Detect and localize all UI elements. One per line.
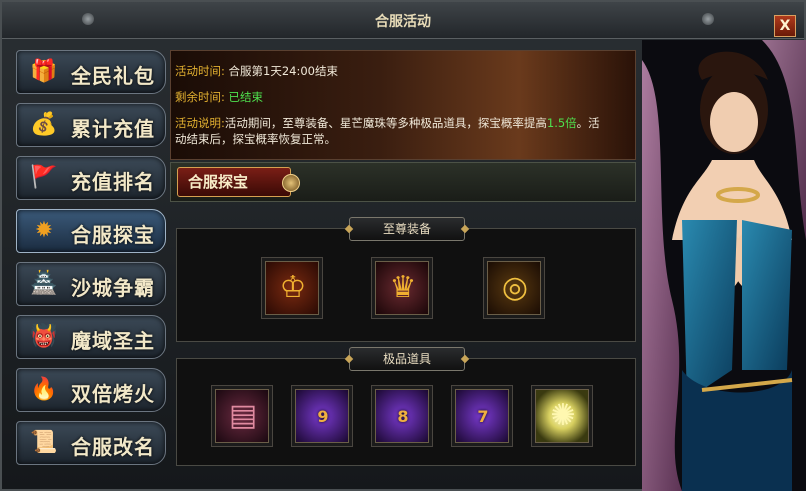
item-slot[interactable]: ♔ bbox=[261, 257, 323, 319]
event-description-tail: 。活 bbox=[576, 116, 600, 130]
bonfire-icon: 🔥 bbox=[30, 377, 58, 402]
gem-level-label: 8 bbox=[397, 407, 409, 426]
item-slot[interactable]: ◎ bbox=[483, 257, 545, 319]
sidebar-item-label: 累计充值 bbox=[71, 117, 155, 141]
gem-level-label: 7 bbox=[477, 407, 489, 426]
sidebar-item-castle-siege[interactable]: 🏯 沙城争霸 bbox=[16, 262, 166, 306]
event-time-label: 活动时间: bbox=[175, 64, 225, 78]
remaining-time-row: 剩余时间: 已结束 bbox=[175, 89, 263, 105]
banner-icon: 🚩 bbox=[30, 165, 58, 190]
item-slot[interactable]: ▤ bbox=[211, 385, 273, 447]
event-description-text: 活动期间，至尊装备、星芒魔珠等多种极品道具，探宝概率提高 bbox=[224, 116, 547, 130]
event-window: 合服活动 X 🎁 全民礼包 💰 累计充值 🚩 充值排名 ✹ 合服探宝 🏯 沙城争… bbox=[0, 0, 806, 491]
close-button[interactable]: X bbox=[774, 15, 796, 37]
golden-helmet-icon: ♔ bbox=[279, 270, 307, 305]
premium-items-panel: 极品道具 ▤ 9 8 7 ✺ bbox=[176, 347, 636, 466]
golden-armor-icon: ♛ bbox=[389, 270, 417, 305]
probability-multiplier: 1.5倍 bbox=[546, 116, 577, 130]
glowing-orb-icon: ✺ bbox=[550, 398, 576, 433]
event-time-row: 活动时间: 合服第1天24:00结束 bbox=[175, 63, 338, 79]
sidebar-item-label: 双倍烤火 bbox=[71, 382, 155, 406]
sidebar-item-label: 合服探宝 bbox=[71, 223, 155, 247]
golden-ring-icon: ◎ bbox=[501, 270, 529, 305]
golden-helmet-icon: ♔ bbox=[265, 261, 319, 315]
event-description-row: 活动说明:活动期间，至尊装备、星芒魔珠等多种极品道具，探宝概率提高1.5倍。活 … bbox=[175, 115, 633, 147]
event-time-value: 合服第1天24:00结束 bbox=[228, 64, 338, 78]
sidebar-item-gift-pack[interactable]: 🎁 全民礼包 bbox=[16, 50, 166, 94]
remaining-time-value: 已结束 bbox=[228, 90, 264, 104]
section-header-bar: 合服探宝 bbox=[170, 162, 636, 202]
sidebar-item-cumulative-recharge[interactable]: 💰 累计充值 bbox=[16, 103, 166, 147]
knob-icon bbox=[282, 174, 300, 192]
sidebar-item-demon-lord[interactable]: 👹 魔域圣主 bbox=[16, 315, 166, 359]
sidebar-item-server-merge-treasure[interactable]: ✹ 合服探宝 bbox=[16, 209, 166, 253]
sidebar-item-label: 合服改名 bbox=[71, 435, 155, 459]
treasure-orb-icon: ✹ bbox=[34, 218, 54, 243]
sidebar-item-recharge-ranking[interactable]: 🚩 充值排名 bbox=[16, 156, 166, 200]
sidebar-item-label: 全民礼包 bbox=[71, 64, 155, 88]
purple-gem-icon: 8 bbox=[375, 389, 429, 443]
item-slot[interactable]: 7 bbox=[451, 385, 513, 447]
purple-gem-icon: 9 bbox=[295, 389, 349, 443]
purple-gem-icon: 7 bbox=[455, 389, 509, 443]
glowing-orb-icon: ✺ bbox=[535, 389, 589, 443]
sidebar-item-label: 充值排名 bbox=[71, 170, 155, 194]
scroll-icon: ▤ bbox=[215, 389, 269, 443]
character-portrait bbox=[642, 40, 806, 491]
rivet-icon bbox=[702, 13, 714, 25]
sidebar-item-rename[interactable]: 📜 合服改名 bbox=[16, 421, 166, 465]
treasure-tab-button[interactable]: 合服探宝 bbox=[177, 167, 300, 197]
sidebar: 🎁 全民礼包 💰 累计充值 🚩 充值排名 ✹ 合服探宝 🏯 沙城争霸 👹 魔域圣… bbox=[16, 50, 168, 474]
supreme-equipment-panel: 至尊装备 ♔ ♛ ◎ bbox=[176, 217, 636, 342]
event-description-label: 活动说明: bbox=[175, 116, 225, 130]
main-content: 活动时间: 合服第1天24:00结束 剩余时间: 已结束 活动说明:活动期间，至… bbox=[168, 50, 640, 488]
title-bar[interactable]: 合服活动 X bbox=[2, 2, 804, 39]
castle-icon: 🏯 bbox=[30, 271, 58, 296]
item-slot[interactable]: ♛ bbox=[371, 257, 433, 319]
treasure-tab-label: 合服探宝 bbox=[188, 173, 249, 191]
sidebar-item-double-bonfire[interactable]: 🔥 双倍烤火 bbox=[16, 368, 166, 412]
sidebar-item-label: 魔域圣主 bbox=[71, 329, 155, 353]
event-info-box: 活动时间: 合服第1天24:00结束 剩余时间: 已结束 活动说明:活动期间，至… bbox=[170, 50, 636, 160]
remaining-time-label: 剩余时间: bbox=[175, 90, 225, 104]
gift-icon: 🎁 bbox=[30, 59, 58, 84]
golden-ring-icon: ◎ bbox=[487, 261, 541, 315]
money-bag-icon: 💰 bbox=[30, 112, 58, 137]
item-slot[interactable]: ✺ bbox=[531, 385, 593, 447]
scroll-icon: ▤ bbox=[228, 398, 258, 433]
premium-items-title: 极品道具 bbox=[349, 347, 465, 371]
demon-head-icon: 👹 bbox=[30, 324, 58, 349]
scroll-quill-icon: 📜 bbox=[30, 430, 58, 455]
window-title: 合服活动 bbox=[375, 14, 431, 30]
character-illustration bbox=[642, 40, 806, 491]
supreme-equipment-title: 至尊装备 bbox=[349, 217, 465, 241]
item-slot[interactable]: 8 bbox=[371, 385, 433, 447]
golden-armor-icon: ♛ bbox=[375, 261, 429, 315]
item-slot[interactable]: 9 bbox=[291, 385, 353, 447]
event-description-line2: 动结束后，探宝概率恢复正常。 bbox=[175, 132, 336, 146]
sidebar-item-label: 沙城争霸 bbox=[71, 276, 155, 300]
gem-level-label: 9 bbox=[317, 407, 329, 426]
